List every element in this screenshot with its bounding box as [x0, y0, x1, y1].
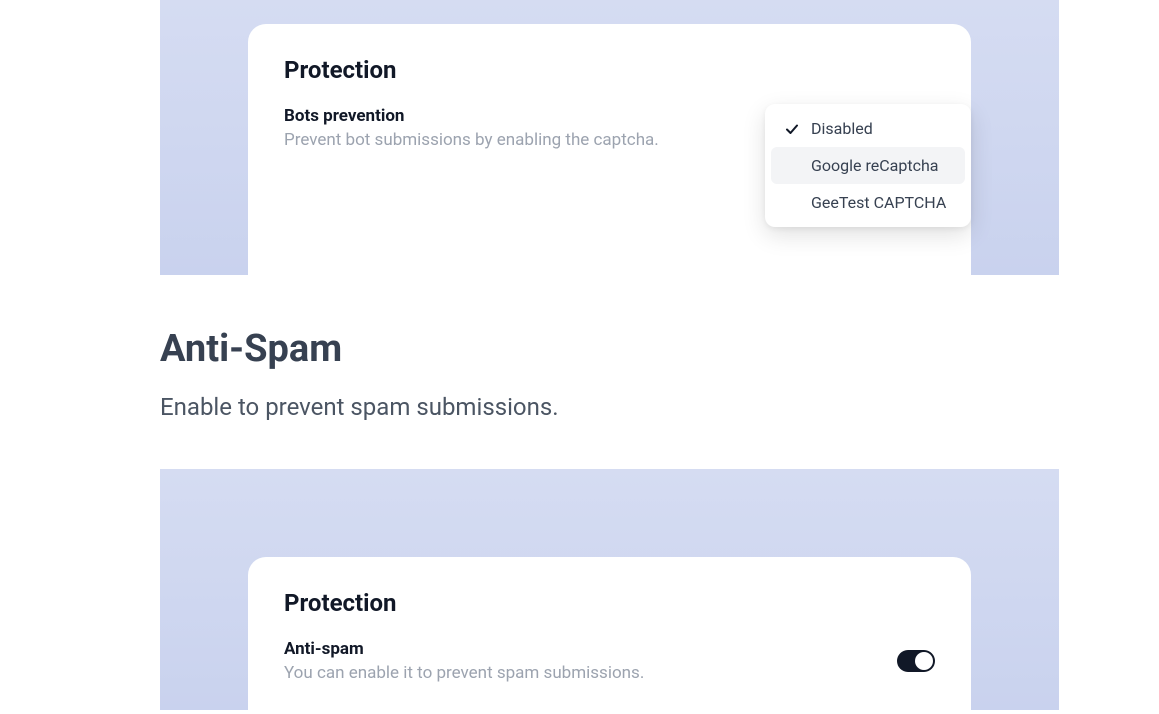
- dropdown-item-label: GeeTest CAPTCHA: [811, 193, 953, 212]
- card-title: Protection: [284, 589, 935, 617]
- dropdown-item-label: Google reCaptcha: [811, 156, 953, 175]
- toggle-knob: [915, 652, 933, 670]
- section-heading: Anti-Spam: [160, 327, 1159, 371]
- protection-panel-antispam: Protection Anti-spam You can enable it t…: [160, 469, 1059, 710]
- check-icon: [783, 120, 801, 138]
- protection-card-antispam: Protection Anti-spam You can enable it t…: [248, 557, 971, 710]
- protection-panel-bots: Protection Bots prevention Prevent bot s…: [160, 0, 1059, 275]
- setting-label: Anti-spam: [284, 639, 897, 659]
- setting-description: You can enable it to prevent spam submis…: [284, 663, 897, 683]
- toggle-wrap: [897, 639, 935, 683]
- setting-row-antispam: Anti-spam You can enable it to prevent s…: [284, 639, 935, 683]
- dropdown-item-label: Disabled: [811, 119, 953, 138]
- dropdown-item-disabled[interactable]: Disabled: [771, 110, 965, 147]
- antispam-toggle[interactable]: [897, 650, 935, 672]
- bots-prevention-dropdown[interactable]: Disabled Google reCaptcha GeeTest CAPTCH…: [765, 104, 971, 227]
- card-title: Protection: [284, 56, 935, 84]
- protection-card-bots: Protection Bots prevention Prevent bot s…: [248, 24, 971, 275]
- section-subtitle: Enable to prevent spam submissions.: [160, 393, 1159, 421]
- dropdown-item-recaptcha[interactable]: Google reCaptcha: [771, 147, 965, 184]
- page-root: Protection Bots prevention Prevent bot s…: [0, 0, 1159, 710]
- dropdown-item-geetest[interactable]: GeeTest CAPTCHA: [771, 184, 965, 221]
- setting-text-block: Anti-spam You can enable it to prevent s…: [284, 639, 897, 683]
